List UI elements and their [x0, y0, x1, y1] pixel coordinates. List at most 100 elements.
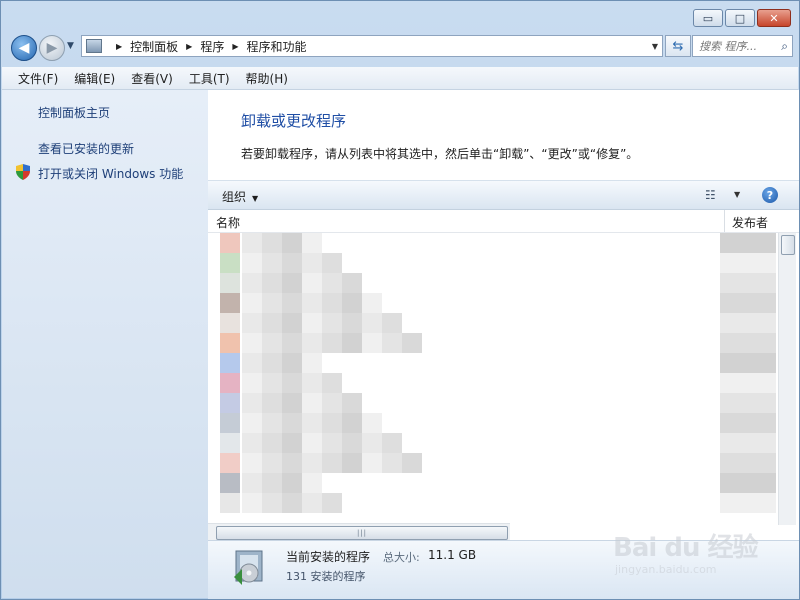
redacted-program-name	[322, 493, 342, 513]
view-options-caret-icon[interactable]: ▼	[734, 190, 740, 199]
redacted-program-name	[282, 293, 302, 313]
table-row[interactable]	[208, 293, 776, 313]
redacted-program-name	[282, 333, 302, 353]
redacted-publisher	[720, 273, 776, 293]
redacted-program-name	[242, 373, 262, 393]
menu-tools[interactable]: 工具(T)	[181, 70, 238, 87]
page-title: 卸载或更改程序	[241, 112, 347, 130]
installed-programs-icon	[234, 550, 263, 585]
main-content: 卸载或更改程序 若要卸载程序，请从列表中将其选中，然后单击“卸载”、“更改”或“…	[208, 90, 799, 598]
redacted-program-name	[382, 453, 402, 473]
vertical-scroll-thumb[interactable]	[781, 235, 795, 255]
redacted-program-name	[302, 333, 322, 353]
turn-windows-features-link[interactable]: 打开或关闭 Windows 功能	[38, 165, 183, 182]
total-size-value: 11.1 GB	[428, 548, 477, 562]
organize-caret-icon: ▼	[252, 194, 259, 203]
table-row[interactable]	[208, 493, 776, 513]
redacted-program-name	[282, 233, 302, 253]
program-list[interactable]	[208, 233, 776, 523]
breadcrumb-control-panel[interactable]: 控制面板	[130, 38, 178, 55]
view-installed-updates-link[interactable]: 查看已安装的更新	[38, 140, 134, 157]
back-button[interactable]: ◀	[11, 35, 37, 61]
redacted-program-name	[322, 293, 342, 313]
menu-help[interactable]: 帮助(H)	[238, 70, 296, 87]
redacted-program-name	[342, 333, 362, 353]
forward-button[interactable]: ▶	[39, 35, 65, 61]
navigation-bar: ◀ ▶ ▼ ▶ 控制面板 ▶ 程序 ▶ 程序和功能 ▼ ⇆ ⌕	[9, 33, 793, 61]
menu-edit[interactable]: 编辑(E)	[66, 70, 123, 87]
table-row[interactable]	[208, 373, 776, 393]
address-bar[interactable]: ▶ 控制面板 ▶ 程序 ▶ 程序和功能 ▼	[81, 35, 663, 57]
change-view-icon[interactable]: ☷	[705, 188, 716, 202]
redacted-program-name	[242, 233, 262, 253]
redacted-program-name	[282, 373, 302, 393]
redacted-publisher	[720, 453, 776, 473]
help-icon[interactable]: ?	[762, 187, 778, 203]
redacted-publisher	[720, 333, 776, 353]
breadcrumb-separator-icon[interactable]: ▶	[116, 42, 122, 51]
refresh-button[interactable]: ⇆	[665, 35, 691, 57]
redacted-program-name	[342, 313, 362, 333]
table-row[interactable]	[208, 273, 776, 293]
scroll-grip-icon: |||	[356, 529, 368, 537]
organize-button[interactable]: 组织 ▼	[222, 188, 258, 205]
address-dropdown-icon[interactable]: ▼	[652, 42, 658, 51]
redacted-program-name	[302, 313, 322, 333]
column-divider[interactable]	[724, 210, 725, 232]
redacted-program-name	[242, 393, 262, 413]
search-box[interactable]: ⌕	[692, 35, 793, 57]
search-input[interactable]	[699, 39, 769, 53]
minimize-button[interactable]: ▭	[693, 9, 723, 27]
table-row[interactable]	[208, 453, 776, 473]
menu-bar: 文件(F) 编辑(E) 查看(V) 工具(T) 帮助(H)	[2, 67, 798, 90]
table-row[interactable]	[208, 393, 776, 413]
maximize-button[interactable]: □	[725, 9, 755, 27]
program-icon	[220, 413, 240, 433]
redacted-program-name	[342, 453, 362, 473]
arrow-right-icon: ▶	[46, 40, 58, 56]
breadcrumb-programs-and-features[interactable]: 程序和功能	[247, 38, 307, 55]
program-features-window: ▭ □ ✕ ◀ ▶ ▼ ▶ 控制面板 ▶ 程序 ▶ 程序和功能 ▼ ⇆ ⌕ 文件…	[0, 0, 800, 600]
menu-file[interactable]: 文件(F)	[10, 70, 66, 87]
breadcrumb-separator-icon[interactable]: ▶	[186, 42, 192, 51]
redacted-program-name	[342, 273, 362, 293]
redacted-program-name	[302, 293, 322, 313]
redacted-program-name	[322, 453, 342, 473]
horizontal-scroll-thumb[interactable]: |||	[216, 526, 508, 540]
redacted-program-name	[262, 493, 282, 513]
redacted-program-name	[302, 233, 322, 253]
table-row[interactable]	[208, 333, 776, 353]
table-row[interactable]	[208, 233, 776, 253]
horizontal-scrollbar[interactable]: |||	[208, 523, 510, 541]
breadcrumb-separator-icon[interactable]: ▶	[232, 42, 238, 51]
table-row[interactable]	[208, 413, 776, 433]
column-header-name[interactable]: 名称	[216, 214, 240, 231]
breadcrumb-programs[interactable]: 程序	[200, 38, 224, 55]
redacted-program-name	[362, 453, 382, 473]
table-row[interactable]	[208, 253, 776, 273]
redacted-program-name	[402, 453, 422, 473]
redacted-program-name	[282, 433, 302, 453]
control-panel-home-link[interactable]: 控制面板主页	[38, 104, 110, 121]
menu-view[interactable]: 查看(V)	[123, 70, 181, 87]
search-icon[interactable]: ⌕	[781, 39, 788, 54]
redacted-program-name	[402, 333, 422, 353]
redacted-publisher	[720, 473, 776, 493]
vertical-scrollbar[interactable]	[778, 233, 796, 525]
recent-pages-dropdown-icon[interactable]: ▼	[67, 41, 74, 51]
table-row[interactable]	[208, 433, 776, 453]
table-row[interactable]	[208, 313, 776, 333]
redacted-program-name	[282, 393, 302, 413]
table-row[interactable]	[208, 353, 776, 373]
redacted-program-name	[282, 273, 302, 293]
column-header-publisher[interactable]: 发布者	[732, 214, 768, 231]
redacted-program-name	[262, 353, 282, 373]
program-icon	[220, 233, 240, 253]
redacted-program-name	[242, 293, 262, 313]
redacted-program-name	[262, 413, 282, 433]
redacted-program-name	[322, 313, 342, 333]
redacted-program-name	[322, 393, 342, 413]
page-description: 若要卸载程序，请从列表中将其选中，然后单击“卸载”、“更改”或“修复”。	[241, 147, 639, 161]
table-row[interactable]	[208, 473, 776, 493]
close-button[interactable]: ✕	[757, 9, 791, 27]
